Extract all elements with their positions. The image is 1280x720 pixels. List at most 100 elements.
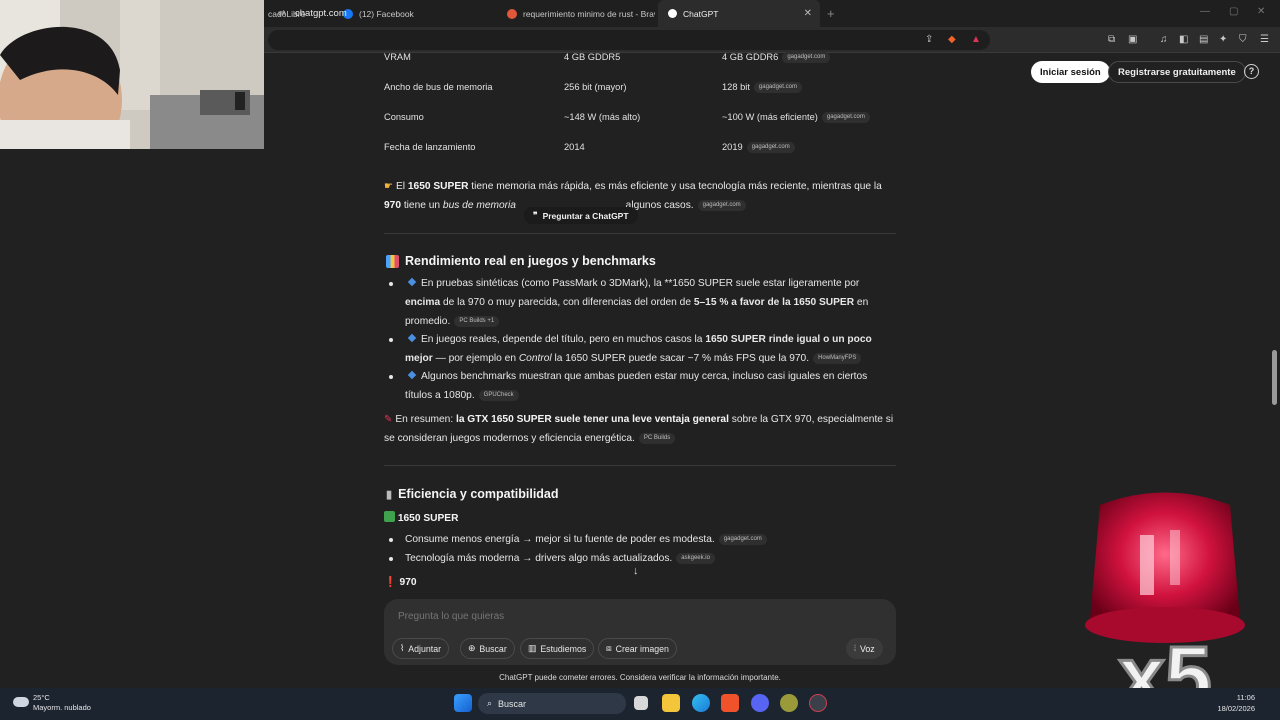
date: 18/02/2026: [1217, 704, 1255, 713]
extensions-icon[interactable]: ⧉: [1108, 34, 1115, 45]
register-button[interactable]: Registrarse gratuitamente: [1108, 61, 1246, 83]
scroll-down-icon[interactable]: ↓: [633, 565, 639, 577]
share-icon[interactable]: ⇪: [925, 34, 933, 45]
maximize-icon[interactable]: ▢: [1229, 6, 1238, 17]
reader-icon[interactable]: ▣: [1128, 34, 1137, 45]
text: En pruebas sintéticas (como PassMark o 3…: [421, 278, 860, 289]
source-citation[interactable]: gagadget.com: [782, 52, 831, 64]
table-cell-970: ~148 W (más alto): [564, 112, 641, 122]
text-bold: mejor: [405, 353, 433, 364]
check-mark-icon: [384, 511, 395, 522]
source-citation[interactable]: gagadget.com: [821, 112, 870, 124]
tab-label: requerimiento minimo de rust - Brave: [523, 8, 655, 19]
brave-rewards-icon[interactable]: ▲: [971, 34, 981, 45]
text: tiene un: [401, 200, 443, 211]
scrollbar-thumb[interactable]: [1272, 350, 1277, 405]
page-scrollbar[interactable]: [1272, 60, 1277, 620]
minimize-icon[interactable]: —: [1200, 6, 1210, 17]
source-citation[interactable]: gagadget.com: [746, 142, 795, 154]
sidebar-icon[interactable]: ◧: [1179, 34, 1188, 45]
tab-chatgpt[interactable]: ChatGPT ✕: [658, 0, 820, 27]
search-button[interactable]: ⊕ Buscar: [460, 638, 515, 659]
edge-icon[interactable]: [692, 694, 710, 712]
list-line: Algunos benchmarks muestran que ambas pu…: [405, 367, 895, 386]
text-bold: 970: [384, 200, 401, 211]
exclamation-icon: ❗: [384, 577, 397, 588]
site-settings-icon[interactable]: ⇌: [278, 8, 286, 19]
text: sobre la GTX 970, especialmente si: [728, 414, 894, 425]
conclusion-line-2: se consideran juegos modernos y eficienc…: [384, 429, 896, 448]
text: Consume menos energía → mejor si tu fuen…: [405, 534, 715, 545]
source-citation[interactable]: gagadget.com: [753, 82, 802, 94]
list-bullet: [389, 538, 393, 542]
brave-search-icon: [507, 8, 517, 19]
brave-icon[interactable]: [721, 694, 739, 712]
list-item: Consume menos energía → mejor si tu fuen…: [405, 530, 895, 549]
attach-button[interactable]: ⌇ Adjuntar: [392, 638, 450, 659]
url-text[interactable]: chatgpt.com: [295, 8, 347, 19]
siren-graphic: x5: [1085, 492, 1245, 720]
text: — por ejemplo en: [432, 353, 519, 364]
source-citation[interactable]: askgeek.io: [676, 552, 715, 564]
leo-ai-icon[interactable]: ✦: [1219, 34, 1227, 45]
media-icon[interactable]: ♫: [1160, 34, 1168, 45]
tab-label: (12) Facebook: [359, 8, 414, 19]
menu-icon[interactable]: ☰: [1260, 34, 1269, 45]
text: En resumen:: [395, 414, 456, 425]
tab-label: ChatGPT: [683, 8, 719, 19]
summary-line-2: 970 tiene un bus de memoria algunos caso…: [384, 196, 896, 215]
search-icon: ⌕: [487, 698, 493, 708]
voice-button[interactable]: ⦙ Voz: [846, 638, 883, 659]
close-tab-icon[interactable]: ✕: [804, 8, 812, 19]
ask-chatgpt-button[interactable]: ❞ Preguntar a ChatGPT: [524, 207, 638, 224]
table-row: Ancho de bus de memoria 256 bit (mayor) …: [384, 82, 896, 112]
system-clock[interactable]: 11:06 18/02/2026: [1217, 692, 1255, 714]
tab-brave-search[interactable]: requerimiento minimo de rust - Brave: [497, 0, 655, 27]
study-button[interactable]: ▥ Estudiemos: [520, 638, 595, 659]
list-item: Algunos benchmarks muestran que ambas pu…: [405, 367, 895, 405]
source-citation[interactable]: GPUCheck: [478, 389, 519, 401]
table-cell-1650: 4 GB GDDR6 gagadget.com: [722, 52, 831, 64]
source-citation[interactable]: gagadget.com: [697, 199, 746, 211]
source-citation[interactable]: HowManyFPS: [813, 352, 862, 364]
discord-icon[interactable]: [751, 694, 769, 712]
pushpin-icon: ✎: [384, 414, 393, 425]
table-row: VRAM 4 GB GDDR5 4 GB GDDR6 gagadget.com: [384, 52, 896, 82]
prompt-input[interactable]: [398, 611, 838, 622]
image-icon: ⧈: [606, 643, 612, 653]
table-cell-1650: 128 bit gagadget.com: [722, 82, 802, 94]
weather-widget[interactable]: 25°C Mayorm. nublado: [33, 693, 91, 713]
table-cell-1650: 2019 gagadget.com: [722, 142, 795, 154]
tab-facebook[interactable]: (12) Facebook: [333, 0, 493, 27]
login-button[interactable]: Iniciar sesión: [1031, 61, 1110, 83]
app-icon[interactable]: [780, 694, 798, 712]
taskbar-search[interactable]: ⌕ Buscar: [478, 693, 626, 714]
windows-start-icon[interactable]: [454, 694, 472, 712]
list-line: En juegos reales, depende del título, pe…: [405, 330, 895, 349]
cell-value: 4 GB GDDR6: [722, 52, 779, 62]
source-citation[interactable]: PC Builds: [638, 432, 676, 444]
pointing-hand-icon: ☛: [384, 181, 394, 192]
file-explorer-icon[interactable]: [662, 694, 680, 712]
source-citation[interactable]: gagadget.com: [718, 533, 767, 545]
button-label: Voz: [859, 643, 875, 654]
close-window-icon[interactable]: ✕: [1257, 6, 1265, 17]
wallet-icon[interactable]: ▤: [1199, 34, 1208, 45]
table-cell-970: 2014: [564, 142, 585, 152]
source-citation[interactable]: PC Builds +1: [454, 315, 500, 327]
summary-paragraph: ☛ El 1650 SUPER tiene memoria más rápida…: [384, 177, 896, 215]
vpn-icon[interactable]: ⛉: [1239, 34, 1247, 45]
new-tab-icon[interactable]: +: [827, 6, 835, 21]
create-image-button[interactable]: ⧈ Crear imagen: [598, 638, 677, 659]
list-line: títulos a 1080p. GPUCheck: [405, 386, 895, 405]
obs-icon[interactable]: [809, 694, 827, 712]
table-cell-1650: ~100 W (más eficiente) gagadget.com: [722, 112, 870, 124]
brave-shields-icon[interactable]: ◆: [948, 34, 956, 45]
help-icon[interactable]: ?: [1244, 64, 1259, 79]
text: se consideran juegos modernos y eficienc…: [384, 433, 635, 444]
task-view-icon[interactable]: [634, 696, 648, 710]
button-label: Crear imagen: [615, 643, 669, 654]
section-heading-performance: Rendimiento real en juegos y benchmarks: [386, 254, 656, 268]
url-field[interactable]: [268, 30, 990, 50]
table-cell-spec: Fecha de lanzamiento: [384, 142, 476, 152]
